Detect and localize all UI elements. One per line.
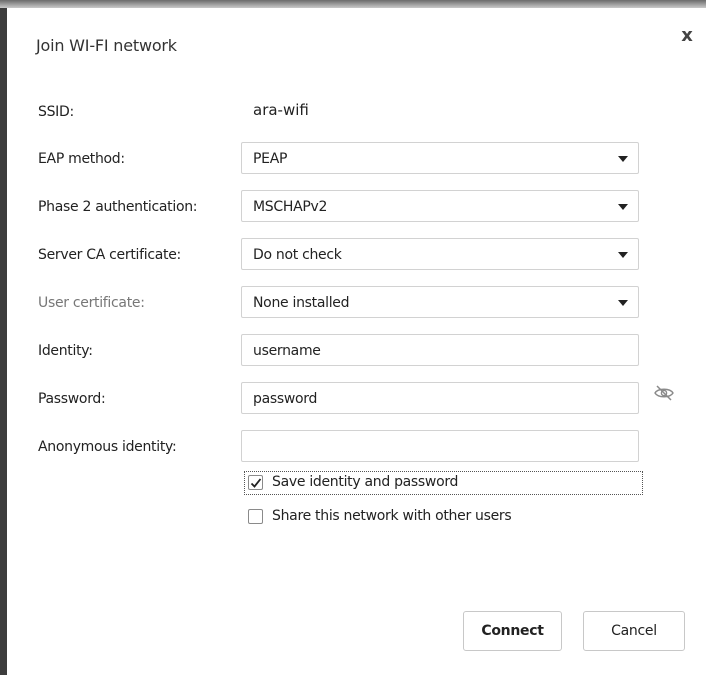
window-left-edge [0,0,7,675]
connect-button[interactable]: Connect [463,611,562,651]
screen: Join WI-FI network x SSID: ara-wifi EAP … [0,0,706,675]
user-cert-label: User certificate: [38,295,145,311]
eap-method-label: EAP method: [38,151,125,167]
anonymous-identity-input[interactable] [241,430,639,462]
save-identity-option[interactable]: Save identity and password [244,471,643,495]
cancel-button[interactable]: Cancel [583,611,685,651]
eye-off-icon[interactable] [653,384,675,402]
ssid-label: SSID: [38,104,74,120]
window-top-edge [0,0,706,8]
checkmark-icon [250,478,262,488]
identity-input[interactable]: username [241,334,639,366]
eap-method-value: PEAP [253,151,288,167]
chevron-down-icon [618,204,628,210]
user-cert-select[interactable]: None installed [241,286,639,318]
server-ca-value: Do not check [253,247,342,263]
chevron-down-icon [618,252,628,258]
user-cert-value: None installed [253,295,350,311]
save-identity-label: Save identity and password [272,474,459,490]
join-wifi-dialog: Join WI-FI network x SSID: ara-wifi EAP … [7,8,706,675]
password-input[interactable]: password [241,382,639,414]
identity-value: username [253,343,321,359]
chevron-down-icon [618,300,628,306]
phase2-auth-select[interactable]: MSCHAPv2 [241,190,639,222]
save-identity-checkbox[interactable] [248,475,263,490]
phase2-auth-label: Phase 2 authentication: [38,199,198,215]
password-value: password [253,391,318,407]
close-icon[interactable]: x [677,26,697,46]
chevron-down-icon [618,156,628,162]
anonymous-identity-label: Anonymous identity: [38,439,177,455]
share-network-checkbox[interactable] [248,509,263,524]
server-ca-select[interactable]: Do not check [241,238,639,270]
identity-label: Identity: [38,343,93,359]
server-ca-label: Server CA certificate: [38,247,181,263]
ssid-value: ara-wifi [253,101,309,119]
phase2-auth-value: MSCHAPv2 [253,199,328,215]
dialog-title: Join WI-FI network [36,36,177,55]
eap-method-select[interactable]: PEAP [241,142,639,174]
share-network-label: Share this network with other users [272,508,512,524]
share-network-option[interactable]: Share this network with other users [245,506,575,528]
password-label: Password: [38,391,106,407]
